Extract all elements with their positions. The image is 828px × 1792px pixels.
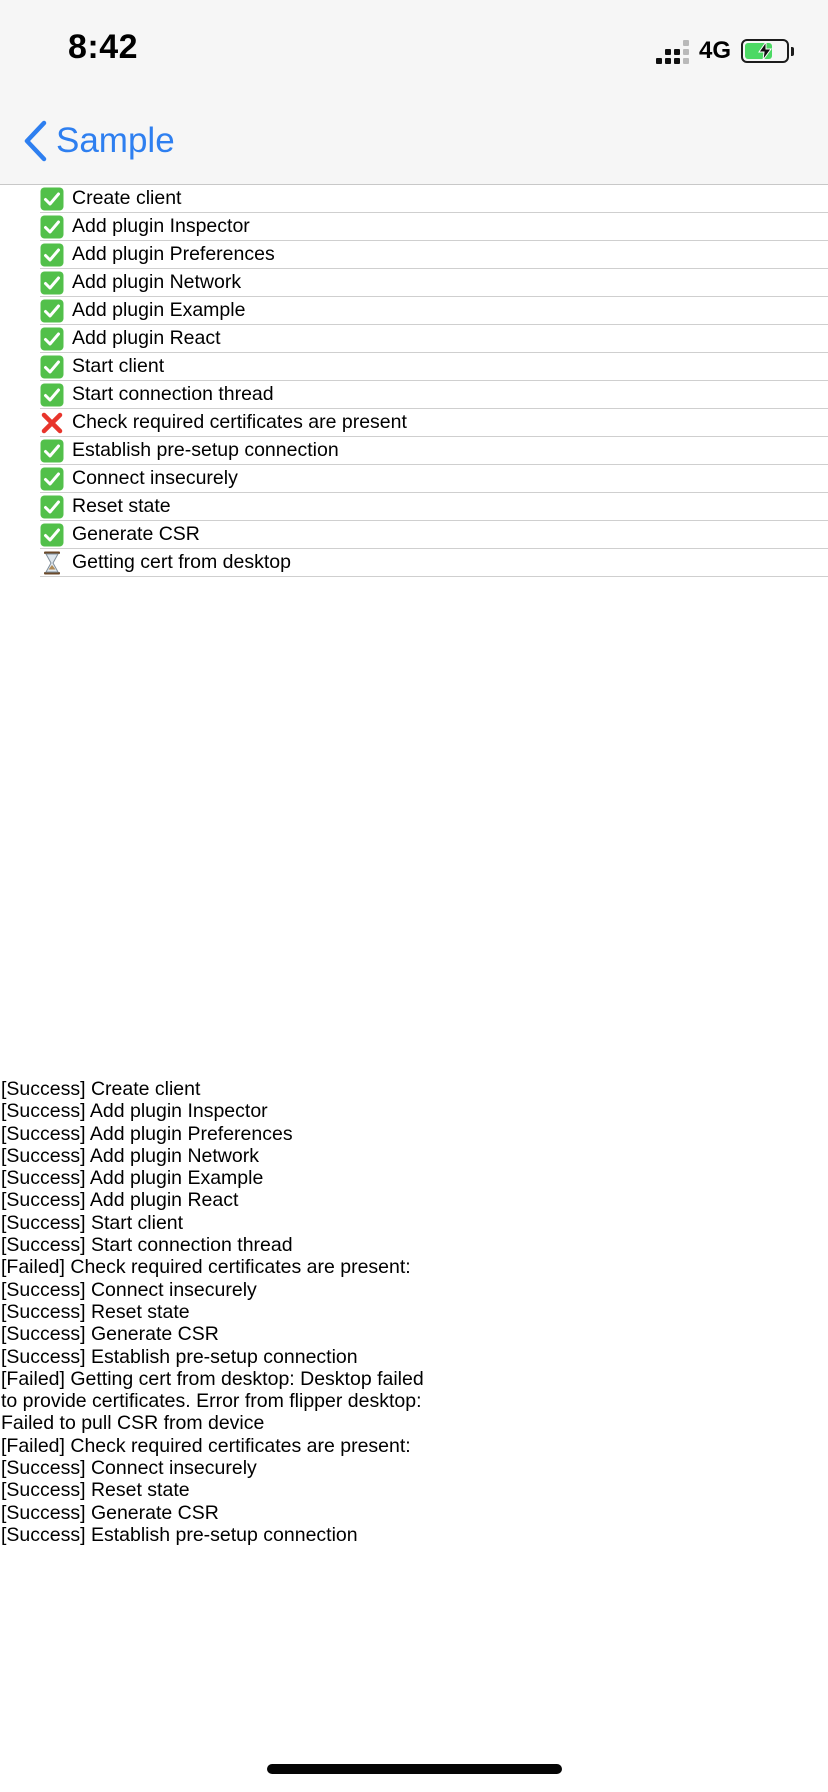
log-line: [Success] Start connection thread: [1, 1234, 293, 1257]
setup-steps-list: Create client Add plugin Inspector Add plu…: [40, 185, 828, 577]
step-label: Start client: [72, 355, 165, 377]
log-line: [Failed] Check required certificates are…: [1, 1256, 411, 1279]
log-line: [Success] Generate CSR: [1, 1501, 219, 1524]
step-label: Start connection thread: [72, 383, 274, 405]
check-mark-icon: [40, 495, 64, 519]
step-label: Add plugin Network: [72, 271, 242, 293]
cross-mark-icon: [40, 411, 64, 435]
step-label: Add plugin Example: [72, 299, 246, 321]
log-line: [Success] Connect insecurely: [1, 1457, 257, 1480]
step-row: Start client: [40, 353, 828, 381]
check-mark-icon: [40, 187, 64, 211]
check-mark-icon: [40, 383, 64, 407]
home-indicator[interactable]: [267, 1764, 562, 1774]
check-mark-icon: [40, 271, 64, 295]
step-label: Add plugin Inspector: [72, 215, 250, 237]
status-indicators: 4G: [655, 36, 794, 66]
check-mark-icon: [40, 439, 64, 463]
signal-icon: [655, 38, 689, 64]
navigation-header: 8:42 4G Sample: [0, 0, 828, 185]
chevron-left-icon: [24, 120, 47, 162]
log-line: [Success] Create client: [1, 1078, 201, 1100]
battery-charging-icon: [741, 39, 789, 63]
log-line: [Success] Start client: [1, 1211, 184, 1234]
step-label: Add plugin React: [72, 327, 221, 349]
log-line: [Success] Add plugin Inspector: [1, 1100, 268, 1123]
step-label: Connect insecurely: [72, 467, 238, 489]
status-time: 8:42: [68, 28, 139, 66]
back-label: Sample: [56, 121, 175, 160]
network-type: 4G: [698, 37, 731, 64]
step-label: Generate CSR: [72, 523, 200, 545]
step-label: Create client: [72, 187, 182, 209]
log-line: [Success] Reset state: [1, 1479, 190, 1502]
check-mark-icon: [40, 467, 64, 491]
log-line: [Success] Add plugin Network: [1, 1144, 259, 1167]
hourglass-icon: [40, 551, 64, 575]
check-mark-icon: [40, 355, 64, 379]
step-row: Getting cert from desktop: [40, 549, 828, 577]
battery-tip: [791, 46, 794, 56]
log-line: [Success] Connect insecurely: [1, 1278, 257, 1301]
check-mark-icon: [40, 299, 64, 323]
step-row: Add plugin Preferences: [40, 241, 828, 269]
step-label: Check required certificates are present: [72, 411, 407, 433]
step-row: Add plugin React: [40, 325, 828, 353]
step-row: Add plugin Network: [40, 269, 828, 297]
log-line: [Failed] Check required certificates are…: [1, 1434, 411, 1457]
step-label: Reset state: [72, 495, 171, 517]
step-row: Add plugin Inspector: [40, 213, 828, 241]
log-line: [Success] Add plugin Preferences: [1, 1122, 293, 1145]
check-mark-icon: [40, 243, 64, 267]
back-button[interactable]: Sample: [22, 118, 175, 164]
check-mark-icon: [40, 523, 64, 547]
step-row: Generate CSR: [40, 521, 828, 549]
step-label: Establish pre-setup connection: [72, 439, 339, 461]
log-line: [Success] Add plugin Example: [1, 1167, 264, 1190]
step-row: Establish pre-setup connection: [40, 437, 828, 465]
step-label: Add plugin Preferences: [72, 243, 275, 265]
step-row: Create client: [40, 185, 828, 213]
log-line: [Success] Generate CSR: [1, 1323, 219, 1346]
step-row: Start connection thread: [40, 381, 828, 409]
step-row: Add plugin Example: [40, 297, 828, 325]
log-line: [Success] Establish pre-setup connection: [1, 1523, 358, 1546]
log-output: [Success] Create client [Success] Add plu…: [1, 1078, 441, 1546]
log-line: [Failed] Getting cert from desktop: Desk…: [1, 1367, 424, 1435]
step-row: Check required certificates are present: [40, 409, 828, 437]
step-row: Connect insecurely: [40, 465, 828, 493]
log-line: [Success] Add plugin React: [1, 1189, 239, 1212]
log-line: [Success] Establish pre-setup connection: [1, 1345, 358, 1368]
log-line: [Success] Reset state: [1, 1300, 190, 1323]
step-row: Reset state: [40, 493, 828, 521]
check-mark-icon: [40, 215, 64, 239]
check-mark-icon: [40, 327, 64, 351]
step-label: Getting cert from desktop: [72, 551, 291, 573]
